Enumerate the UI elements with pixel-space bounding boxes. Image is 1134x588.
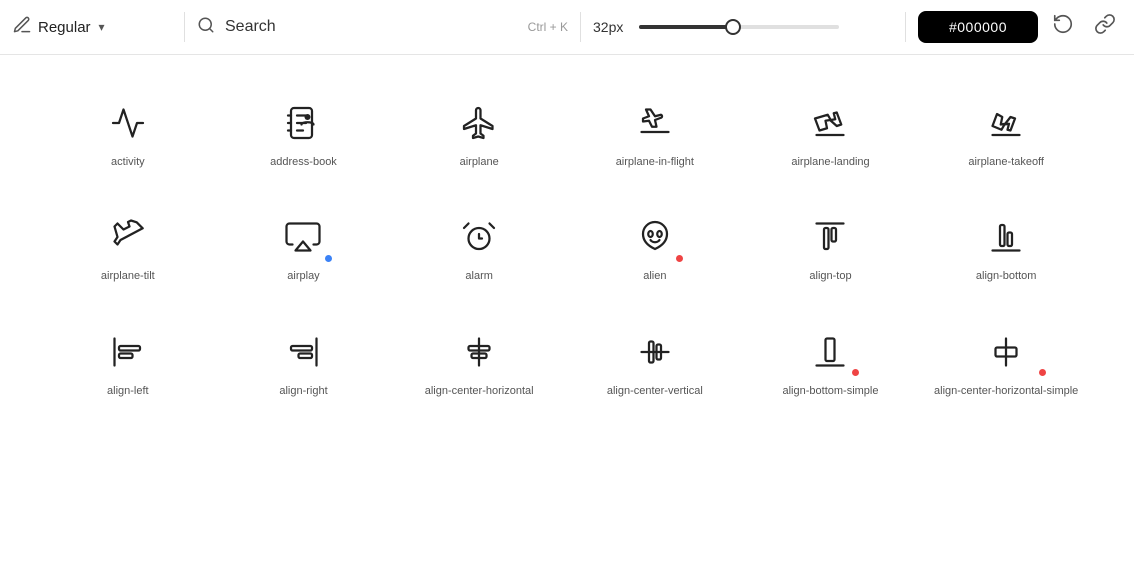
- icon-label-align-bottom-simple: align-bottom-simple: [783, 384, 879, 398]
- icon-cell-align-right[interactable]: align-right: [216, 304, 392, 418]
- icon-cell-activity[interactable]: activity: [40, 75, 216, 189]
- size-slider[interactable]: [639, 25, 839, 29]
- alien-icon: [635, 217, 675, 257]
- icon-label-airplane-tilt: airplane-tilt: [101, 269, 155, 283]
- icon-label-alarm: alarm: [465, 269, 493, 283]
- icon-cell-airplane-takeoff[interactable]: airplane-takeoff: [918, 75, 1094, 189]
- icon-cell-align-center-horizontal[interactable]: align-center-horizontal: [391, 304, 567, 418]
- airplay-icon: [283, 217, 323, 257]
- icon-label-airplane-in-flight: airplane-in-flight: [616, 155, 694, 169]
- icon-label-align-left: align-left: [107, 384, 149, 398]
- align-bottom-icon: [986, 217, 1026, 257]
- align-right-icon: [283, 332, 323, 372]
- size-control: 32px: [593, 19, 893, 35]
- icon-cell-align-top[interactable]: align-top: [743, 189, 919, 303]
- link-button[interactable]: [1088, 9, 1122, 45]
- align-center-horizontal-icon: [459, 332, 499, 372]
- align-center-horizontal-simple-dot: [1039, 369, 1046, 376]
- icon-label-airplane: airplane: [460, 155, 499, 169]
- icon-cell-airplane-in-flight[interactable]: airplane-in-flight: [567, 75, 743, 189]
- divider3: [905, 12, 906, 42]
- icon-label-activity: activity: [111, 155, 145, 169]
- size-value: 32px: [593, 19, 629, 35]
- icon-label-align-center-horizontal: align-center-horizontal: [425, 384, 534, 398]
- airplane-landing-icon: [810, 103, 850, 143]
- search-area[interactable]: Search Ctrl + K: [197, 16, 568, 39]
- icon-cell-align-bottom-simple[interactable]: align-bottom-simple: [743, 304, 919, 418]
- align-top-icon: [810, 217, 850, 257]
- divider2: [580, 12, 581, 42]
- icon-label-align-right: align-right: [279, 384, 327, 398]
- icon-label-align-top: align-top: [809, 269, 851, 283]
- icon-cell-airplane[interactable]: airplane: [391, 75, 567, 189]
- color-button[interactable]: #000000: [918, 11, 1038, 43]
- icon-label-airplay: airplay: [287, 269, 319, 283]
- slider-thumb[interactable]: [725, 19, 741, 35]
- activity-icon: [108, 103, 148, 143]
- icon-label-airplane-landing: airplane-landing: [791, 155, 869, 169]
- icon-cell-align-bottom[interactable]: align-bottom: [918, 189, 1094, 303]
- icon-cell-align-center-horizontal-simple[interactable]: align-center-horizontal-simple: [918, 304, 1094, 418]
- icon-label-airplane-takeoff: airplane-takeoff: [968, 155, 1044, 169]
- icon-cell-airplane-tilt[interactable]: airplane-tilt: [40, 189, 216, 303]
- align-left-icon: [108, 332, 148, 372]
- icon-cell-alien[interactable]: alien: [567, 189, 743, 303]
- alien-dot: [676, 255, 683, 262]
- icon-label-align-center-vertical: align-center-vertical: [607, 384, 703, 398]
- icon-cell-align-center-vertical[interactable]: align-center-vertical: [567, 304, 743, 418]
- search-input[interactable]: Search: [225, 18, 276, 36]
- mode-label: Regular: [38, 19, 91, 36]
- icon-label-align-center-horizontal-simple: align-center-horizontal-simple: [934, 384, 1078, 398]
- icon-label-alien: alien: [643, 269, 666, 283]
- address-book-icon: [283, 103, 323, 143]
- undo-button[interactable]: [1046, 9, 1080, 45]
- align-center-vertical-icon: [635, 332, 675, 372]
- align-bottom-simple-icon: [810, 332, 850, 372]
- icon-label-address-book: address-book: [270, 155, 337, 169]
- icon-label-align-bottom: align-bottom: [976, 269, 1037, 283]
- edit-icon: [12, 15, 32, 40]
- airplane-takeoff-icon: [986, 103, 1026, 143]
- airplane-in-flight-icon: [635, 103, 675, 143]
- chevron-down-icon: ▾: [99, 20, 105, 34]
- icon-cell-airplay[interactable]: airplay: [216, 189, 392, 303]
- icon-cell-alarm[interactable]: alarm: [391, 189, 567, 303]
- slider-fill: [639, 25, 733, 29]
- search-icon: [197, 16, 215, 39]
- airplay-dot: [325, 255, 332, 262]
- mode-selector[interactable]: Regular ▾: [12, 15, 172, 40]
- align-center-horizontal-simple-icon: [986, 332, 1026, 372]
- icon-cell-align-left[interactable]: align-left: [40, 304, 216, 418]
- airplane-icon: [459, 103, 499, 143]
- airplane-tilt-icon: [108, 217, 148, 257]
- icon-cell-address-book[interactable]: address-book: [216, 75, 392, 189]
- icon-grid: activity address-book airplane: [0, 55, 1134, 438]
- align-bottom-simple-dot: [852, 369, 859, 376]
- divider: [184, 12, 185, 42]
- icon-cell-airplane-landing[interactable]: airplane-landing: [743, 75, 919, 189]
- alarm-icon: [459, 217, 499, 257]
- search-shortcut: Ctrl + K: [528, 20, 568, 34]
- toolbar: Regular ▾ Search Ctrl + K 32px #000000: [0, 0, 1134, 55]
